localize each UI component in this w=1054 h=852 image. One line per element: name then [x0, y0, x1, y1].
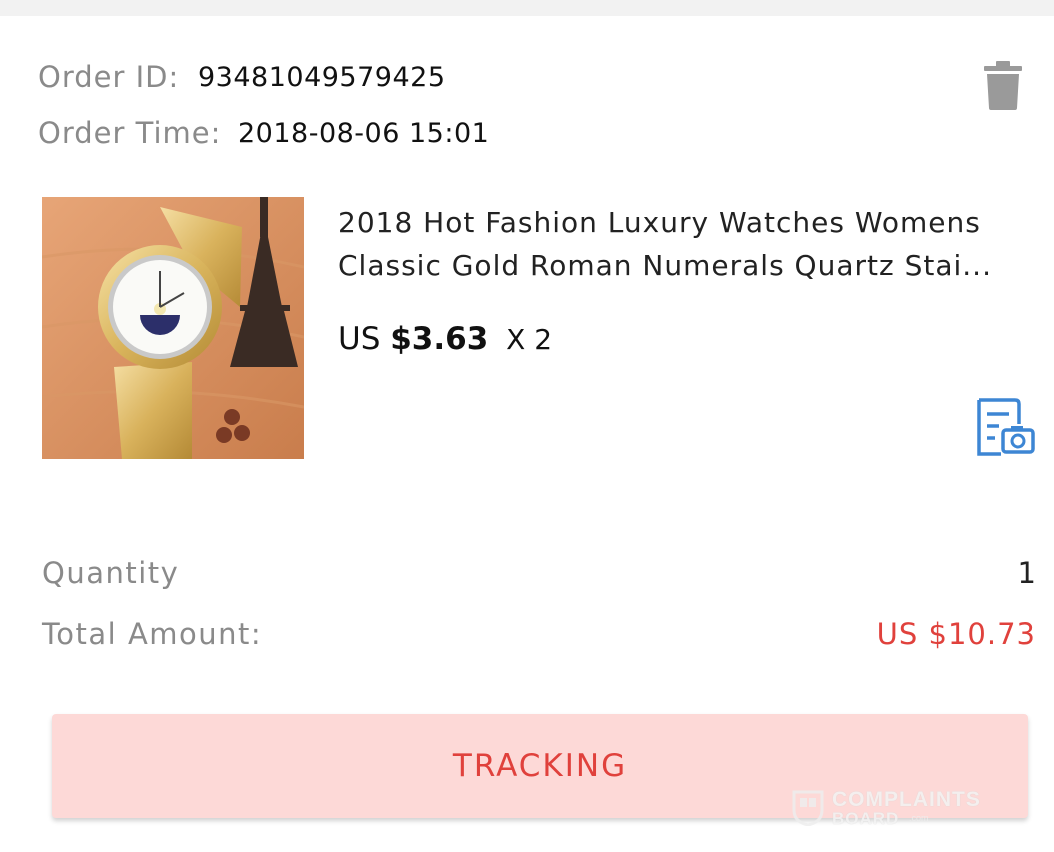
product-title-line-1[interactable]: 2018 Hot Fashion Luxury Watches Womens [338, 206, 981, 239]
order-id-label: Order ID: [38, 60, 180, 94]
order-id-value: 934810495794​25 [198, 62, 446, 93]
product-title-line-2[interactable]: Classic Gold Roman Numerals Quartz Stai.… [338, 249, 992, 282]
total-amount-label: Total Amount: [42, 617, 263, 651]
product-price: US $3.63 X 2 [338, 321, 552, 357]
quantity-label: Quantity [42, 556, 180, 590]
price-value: $3.63 [390, 321, 489, 357]
price-multiplier: X 2 [506, 323, 553, 356]
total-amount-value: US $10.73 [876, 617, 1036, 651]
watermark-line-3: .com [909, 813, 929, 823]
trash-icon[interactable] [984, 60, 1022, 110]
order-card: Order ID: 934810495794​25 Order Time: 20… [0, 16, 1054, 852]
watermark-line-2: BOARD [832, 809, 900, 828]
order-time-value: 2018-08-06 15:01 [238, 118, 490, 149]
tracking-button-label: TRACKING [452, 748, 628, 784]
shield-icon [792, 790, 824, 826]
order-time-label: Order Time: [38, 116, 222, 150]
receipt-camera-icon[interactable] [975, 396, 1037, 458]
quantity-value: 1 [1017, 556, 1036, 590]
watermark-logo: COMPLAINTS BOARD .com [792, 788, 1007, 828]
product-watch-image[interactable] [42, 197, 304, 459]
price-currency: US [338, 321, 381, 357]
